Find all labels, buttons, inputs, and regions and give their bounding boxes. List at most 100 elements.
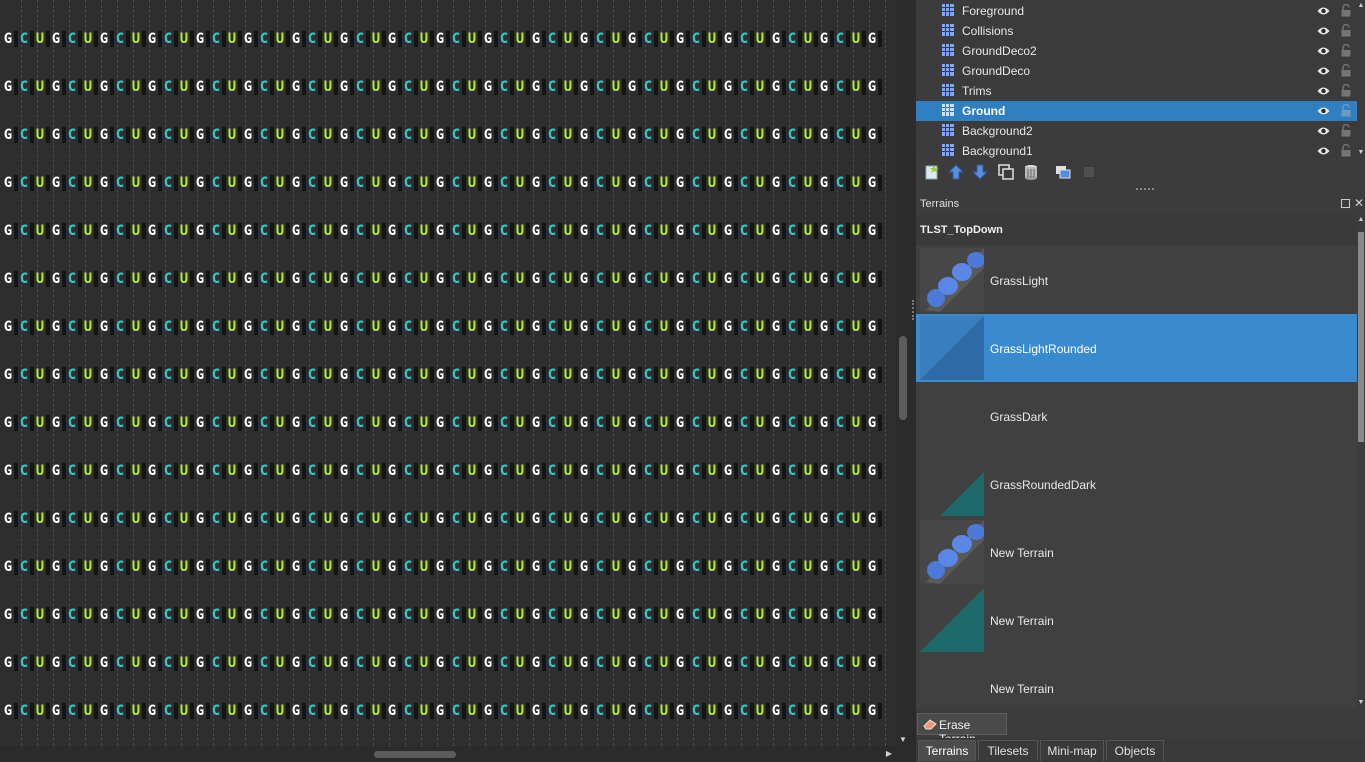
map-tile[interactable]: G [433,223,447,239]
map-tile[interactable]: C [305,607,319,623]
map-tile[interactable]: G [625,607,639,623]
map-tile[interactable]: G [289,223,303,239]
map-tile[interactable]: G [721,463,735,479]
map-tile[interactable]: C [257,31,271,47]
map-tile[interactable]: G [721,175,735,191]
map-tile[interactable]: C [689,127,703,143]
map-tile[interactable]: G [865,367,879,383]
map-tile[interactable]: C [209,415,223,431]
map-tile[interactable]: G [385,319,399,335]
map-tile[interactable]: G [577,367,591,383]
map-tile[interactable]: C [353,31,367,47]
map-tile[interactable]: C [65,607,79,623]
map-tile[interactable]: G [577,79,591,95]
map-tile[interactable]: U [81,31,95,47]
map-tile[interactable]: U [273,703,287,719]
map-tile[interactable]: G [49,127,63,143]
visibility-eye-icon[interactable] [1317,125,1330,135]
map-tile[interactable]: U [225,511,239,527]
map-tile[interactable]: G [433,463,447,479]
map-tile[interactable]: G [721,415,735,431]
map-tile[interactable]: C [737,31,751,47]
layer-row-background2[interactable]: Background2 [916,121,1357,141]
map-tile[interactable]: G [145,223,159,239]
map-tile[interactable]: C [641,367,655,383]
map-tile[interactable]: C [641,703,655,719]
map-tile[interactable]: C [785,31,799,47]
map-tile[interactable]: C [497,127,511,143]
map-tile[interactable]: C [401,31,415,47]
map-tile[interactable]: G [337,511,351,527]
map-tile[interactable]: U [321,271,335,287]
map-tile[interactable]: G [577,607,591,623]
map-tile[interactable]: G [865,175,879,191]
map-tile[interactable]: C [65,463,79,479]
map-tile[interactable]: C [785,319,799,335]
map-tile[interactable]: U [369,31,383,47]
map-tile[interactable]: U [657,511,671,527]
map-tile[interactable]: U [225,175,239,191]
map-tile[interactable]: C [209,79,223,95]
map-tile[interactable]: U [81,367,95,383]
map-tile[interactable]: C [833,367,847,383]
map-tile[interactable]: C [257,271,271,287]
map-tile[interactable]: U [465,607,479,623]
map-tile[interactable]: U [657,703,671,719]
map-tile[interactable]: U [705,79,719,95]
map-tile[interactable]: U [225,79,239,95]
map-tile[interactable]: C [305,79,319,95]
map-tile[interactable]: G [625,559,639,575]
visibility-eye-icon[interactable] [1317,5,1330,15]
map-tile[interactable]: C [65,271,79,287]
map-tile[interactable]: G [49,559,63,575]
map-tile[interactable]: C [305,127,319,143]
map-tile[interactable]: C [449,223,463,239]
map-tile[interactable]: G [865,127,879,143]
map-tile[interactable]: U [801,367,815,383]
map-tile[interactable]: U [321,127,335,143]
map-tile[interactable]: C [113,655,127,671]
map-tile[interactable]: C [401,79,415,95]
map-tile[interactable]: U [273,607,287,623]
map-tile[interactable]: U [33,271,47,287]
map-tile[interactable]: U [753,607,767,623]
map-tile[interactable]: C [353,319,367,335]
map-tile[interactable]: G [241,367,255,383]
map-tile[interactable]: G [241,175,255,191]
lock-icon[interactable] [1340,23,1352,37]
map-tile[interactable]: U [321,31,335,47]
visibility-eye-icon[interactable] [1317,45,1330,55]
scroll-down-arrow-icon[interactable]: ▼ [896,734,910,746]
map-tile[interactable]: C [449,271,463,287]
map-tile[interactable]: G [817,319,831,335]
map-tile[interactable]: U [801,559,815,575]
map-tile[interactable]: U [129,367,143,383]
map-tile[interactable]: U [129,79,143,95]
map-tile[interactable]: G [769,127,783,143]
map-tile[interactable]: U [81,271,95,287]
map-tile[interactable]: G [481,655,495,671]
map-tile[interactable]: G [769,463,783,479]
map-tile[interactable]: G [481,367,495,383]
map-tile[interactable]: U [369,607,383,623]
map-tile[interactable]: C [785,511,799,527]
map-tile[interactable]: G [97,223,111,239]
terrain-item[interactable]: GrassLight [916,246,1357,314]
map-tile[interactable]: U [33,31,47,47]
map-tile[interactable]: U [561,271,575,287]
map-tile[interactable]: U [369,319,383,335]
map-tile[interactable]: G [145,703,159,719]
map-tile[interactable]: G [193,415,207,431]
map-tile[interactable]: U [753,367,767,383]
map-tile[interactable]: U [129,31,143,47]
map-tile[interactable]: C [401,223,415,239]
map-tile[interactable]: U [609,463,623,479]
map-tile[interactable]: G [817,271,831,287]
map-tile[interactable]: G [97,79,111,95]
map-tile[interactable]: G [817,79,831,95]
map-tile[interactable]: G [673,127,687,143]
map-tile[interactable]: G [529,511,543,527]
map-tile[interactable]: G [721,271,735,287]
map-tile[interactable]: G [529,175,543,191]
map-tile[interactable]: C [161,223,175,239]
